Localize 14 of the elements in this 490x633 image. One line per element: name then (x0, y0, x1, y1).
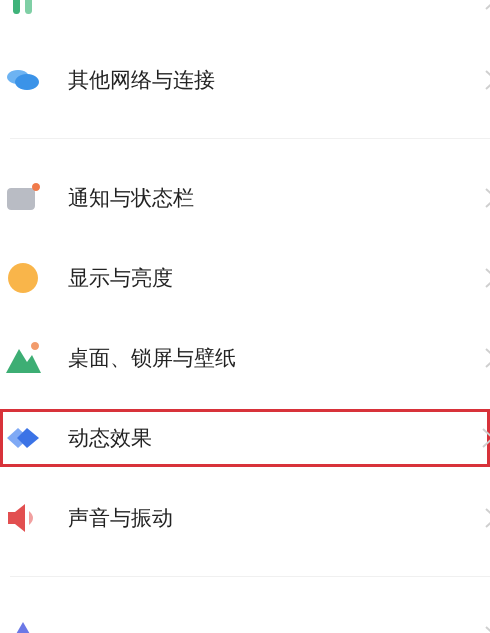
settings-row[interactable]: 通知与状态栏 (0, 158, 490, 238)
mountain-icon (5, 340, 41, 376)
settings-row[interactable]: 声音与振动 (0, 478, 490, 558)
settings-row[interactable]: 桌面、锁屏与壁纸 (0, 318, 490, 398)
setting-label: 动态效果 (68, 425, 153, 452)
setting-label: 声音与振动 (68, 505, 174, 532)
highlighted-settings-row[interactable]: 动态效果 (0, 409, 490, 467)
setting-label: 显示与亮度 (68, 265, 174, 292)
sun-icon (5, 260, 41, 296)
settings-row[interactable]: 其他网络与连接 (0, 40, 490, 120)
settings-row[interactable]: 显示与亮度 (0, 238, 490, 318)
setting-label: 通知与状态栏 (68, 185, 195, 212)
setting-label: 桌面、锁屏与壁纸 (68, 345, 237, 372)
setting-label: 其他网络与连接 (68, 67, 216, 94)
